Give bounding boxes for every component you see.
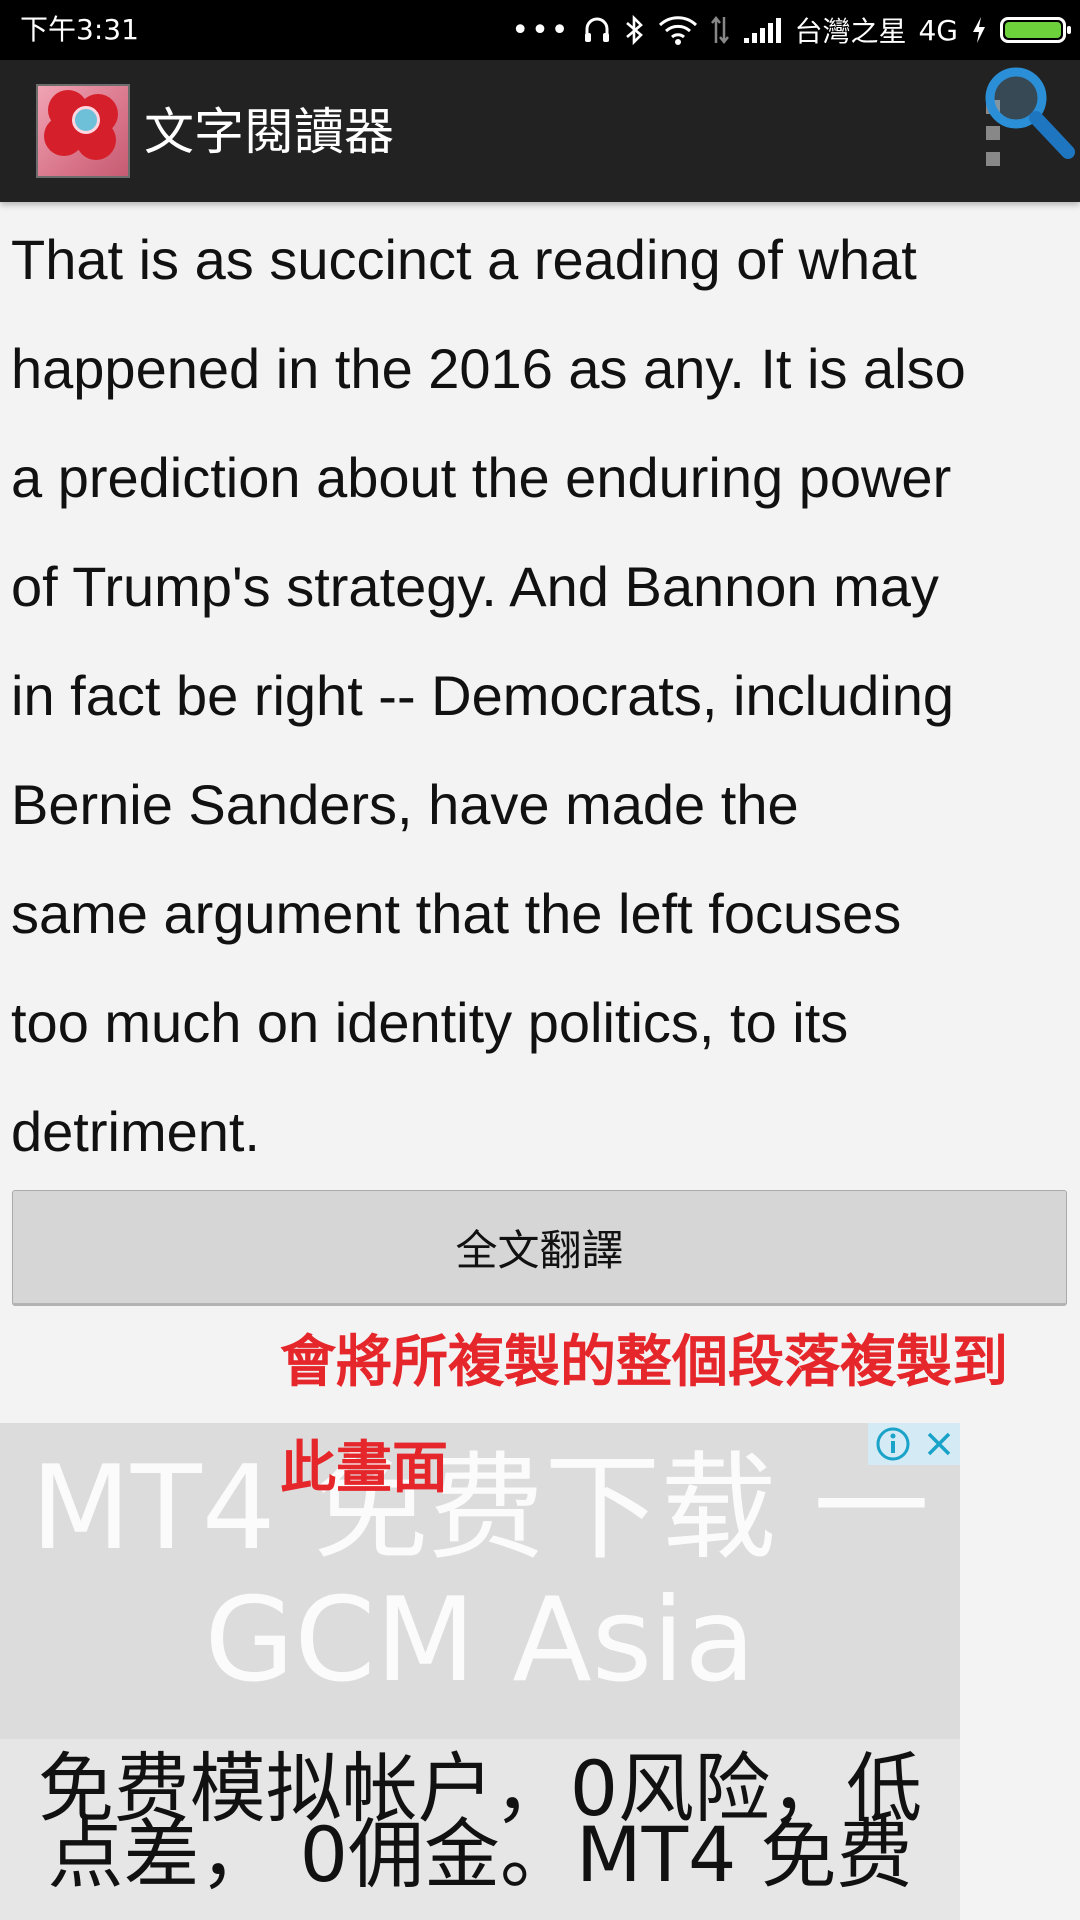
reading-text: That is as succinct a reading of what ha… <box>11 228 966 1163</box>
data-arrows-icon <box>710 10 730 50</box>
battery-icon <box>1000 17 1071 43</box>
status-icons: ••• 台灣之星 4G <box>511 10 1071 50</box>
app-flower-icon[interactable] <box>36 84 130 178</box>
translate-all-button[interactable]: 全文翻譯 <box>12 1190 1067 1306</box>
bluetooth-icon <box>624 10 646 50</box>
network-type: 4G <box>918 13 958 47</box>
charging-icon <box>970 10 988 50</box>
headset-icon <box>582 10 612 50</box>
search-icon[interactable] <box>976 62 1076 162</box>
wifi-icon <box>658 10 698 50</box>
signal-icon <box>742 10 782 50</box>
status-time: 下午3:31 <box>20 13 139 46</box>
ad-body[interactable]: 免费模拟帐户，0风险，低 点差， 0佣金。MT4 免费 <box>10 1751 950 1893</box>
action-bar: 文字閱讀器 <box>0 60 1080 202</box>
annotation-text: 會將所複製的整個段落複製到此畫面 <box>280 1330 1008 1501</box>
app-title: 文字閱讀器 <box>144 103 394 161</box>
status-bar: 下午3:31 ••• 台灣之星 4G <box>0 0 1080 60</box>
more-dots-icon: ••• <box>511 12 571 48</box>
carrier-label: 台灣之星 <box>794 15 907 48</box>
